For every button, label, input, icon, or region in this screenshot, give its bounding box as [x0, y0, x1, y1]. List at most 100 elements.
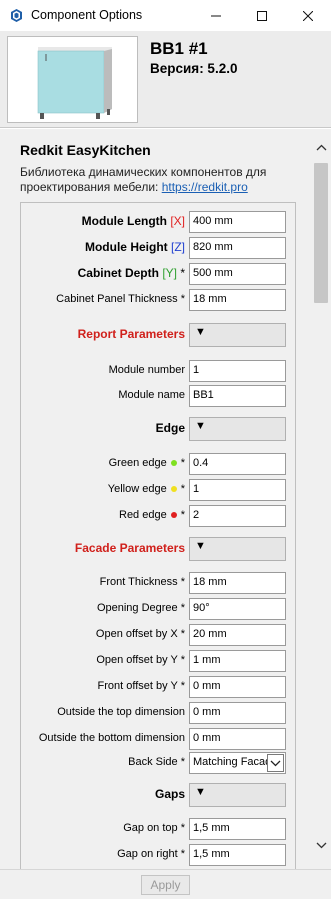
front-offset-y-input[interactable]: 0 mm	[189, 676, 286, 698]
redkit-link[interactable]: https://redkit.pro	[162, 180, 248, 194]
gaps-label: Gaps	[154, 787, 185, 801]
edge-toggle[interactable]: ▼	[189, 417, 286, 441]
row-green-edge: Green edge * 0.4	[21, 453, 297, 475]
facade-parameters-toggle[interactable]: ▼	[189, 537, 286, 561]
axis-z-label: [Z]	[171, 240, 185, 254]
gap-top-label: Gap on top *	[123, 822, 185, 834]
version-label: Версия: 5.2.0	[150, 61, 238, 76]
maximize-button[interactable]	[239, 0, 285, 31]
brand-title: Redkit EasyKitchen	[20, 142, 151, 158]
module-height-label: Module Height [Z]	[85, 240, 185, 254]
yellow-edge-input[interactable]: 1	[189, 479, 286, 501]
module-name-input[interactable]: BB1	[189, 385, 286, 407]
maximize-icon	[257, 10, 267, 21]
green-edge-label: Green edge *	[109, 457, 185, 469]
triangle-down-icon: ▼	[195, 786, 206, 798]
options-panel: Redkit EasyKitchen Библиотека динамическ…	[0, 129, 312, 869]
close-button[interactable]	[285, 0, 331, 31]
panel-thickness-input[interactable]: 18 mm	[189, 289, 286, 311]
module-length-input[interactable]: 400 mm	[189, 211, 286, 233]
open-offset-x-input[interactable]: 20 mm	[189, 624, 286, 646]
back-side-value: Matching Facade	[193, 756, 278, 768]
row-front-thickness: Front Thickness * 18 mm	[21, 572, 297, 594]
row-facade-parameters: Facade Parameters ▼	[21, 537, 297, 561]
module-height-label-text: Module Height	[84, 240, 168, 254]
row-outside-top: Outside the top dimension 0 mm	[21, 702, 297, 724]
front-thickness-label: Front Thickness *	[99, 576, 185, 588]
scroll-down-icon[interactable]	[316, 842, 327, 849]
vertical-scrollbar[interactable]	[312, 129, 331, 869]
green-edge-label-text: Green edge	[108, 457, 167, 469]
facade-parameters-label: Facade Parameters	[74, 541, 185, 555]
green-dot-icon	[170, 459, 177, 466]
row-back-side: Back Side * Matching Facade	[21, 752, 297, 774]
green-edge-input[interactable]: 0.4	[189, 453, 286, 475]
module-name-label: Module name	[118, 389, 185, 401]
panel-thickness-label: Cabinet Panel Thickness *	[56, 293, 185, 305]
module-number-label: Module number	[108, 364, 185, 376]
cabinet-depth-label: Cabinet Depth [Y] *	[78, 266, 185, 280]
gap-right-input[interactable]: 1,5 mm	[189, 844, 286, 866]
row-module-name: Module name BB1	[21, 385, 297, 407]
module-length-label-text: Module Length	[81, 214, 167, 228]
minimize-button[interactable]	[193, 0, 239, 31]
cabinet-depth-label-text: Cabinet Depth	[77, 266, 159, 280]
row-module-height: Module Height [Z] 820 mm	[21, 237, 297, 259]
triangle-down-icon: ▼	[195, 420, 206, 432]
row-open-offset-y: Open offset by Y * 1 mm	[21, 650, 297, 672]
open-offset-y-input[interactable]: 1 mm	[189, 650, 286, 672]
chevron-down-icon[interactable]	[267, 754, 284, 772]
title-bar: Component Options	[0, 0, 331, 31]
cabinet-depth-input[interactable]: 500 mm	[189, 263, 286, 285]
yellow-dot-icon	[170, 485, 177, 492]
row-yellow-edge: Yellow edge * 1	[21, 479, 297, 501]
axis-y-label: [Y]	[162, 266, 177, 280]
red-edge-label: Red edge *	[119, 509, 185, 521]
row-open-offset-x: Open offset by X * 20 mm	[21, 624, 297, 646]
back-side-select[interactable]: Matching Facade	[189, 752, 286, 774]
window-title: Component Options	[31, 8, 143, 22]
minimize-icon	[211, 15, 221, 16]
scroll-up-icon[interactable]	[316, 144, 327, 151]
open-offset-y-label: Open offset by Y *	[96, 654, 185, 666]
report-parameters-toggle[interactable]: ▼	[189, 323, 286, 347]
open-offset-x-label: Open offset by X *	[95, 628, 185, 640]
close-icon	[303, 10, 313, 21]
module-height-input[interactable]: 820 mm	[189, 237, 286, 259]
axis-x-label: [X]	[170, 214, 185, 228]
front-offset-y-label: Front offset by Y *	[97, 680, 185, 692]
gap-top-input[interactable]: 1,5 mm	[189, 818, 286, 840]
gap-right-label: Gap on right *	[117, 848, 185, 860]
row-module-length: Module Length [X] 400 mm	[21, 211, 297, 233]
row-cabinet-depth: Cabinet Depth [Y] * 500 mm	[21, 263, 297, 285]
cabinet-thumbnail	[7, 36, 138, 123]
outside-top-input[interactable]: 0 mm	[189, 702, 286, 724]
red-edge-input[interactable]: 2	[189, 505, 286, 527]
red-edge-label-text: Red edge	[119, 509, 167, 521]
gaps-toggle[interactable]: ▼	[189, 783, 286, 807]
required-mark: *	[180, 266, 185, 280]
yellow-edge-label-text: Yellow edge	[107, 483, 167, 495]
module-number-input[interactable]: 1	[189, 360, 286, 382]
required-mark: *	[180, 509, 185, 521]
component-header: BB1 #1 Версия: 5.2.0	[0, 31, 331, 128]
back-side-label: Back Side *	[128, 756, 185, 768]
front-thickness-input[interactable]: 18 mm	[189, 572, 286, 594]
row-outside-bottom: Outside the bottom dimension 0 mm	[21, 728, 297, 750]
row-gap-top: Gap on top * 1,5 mm	[21, 818, 297, 840]
yellow-edge-label: Yellow edge *	[108, 483, 185, 495]
opening-degree-label: Opening Degree *	[96, 602, 185, 614]
red-dot-icon	[170, 511, 177, 518]
report-parameters-label: Report Parameters	[77, 327, 185, 341]
opening-degree-input[interactable]: 90°	[189, 598, 286, 620]
triangle-down-icon: ▼	[195, 326, 206, 338]
outside-top-label: Outside the top dimension	[57, 706, 185, 718]
scroll-thumb[interactable]	[314, 163, 328, 303]
row-report-parameters: Report Parameters ▼	[21, 323, 297, 347]
module-length-label: Module Length [X]	[82, 214, 185, 228]
library-description: Библиотека динамических компонентов для …	[20, 165, 305, 194]
cabinet-preview-image	[37, 47, 112, 119]
component-options-window: Component Options BB1 #1 Версия: 5.2.0 R…	[0, 0, 331, 899]
apply-button[interactable]: Apply	[141, 875, 190, 895]
outside-bottom-input[interactable]: 0 mm	[189, 728, 286, 750]
